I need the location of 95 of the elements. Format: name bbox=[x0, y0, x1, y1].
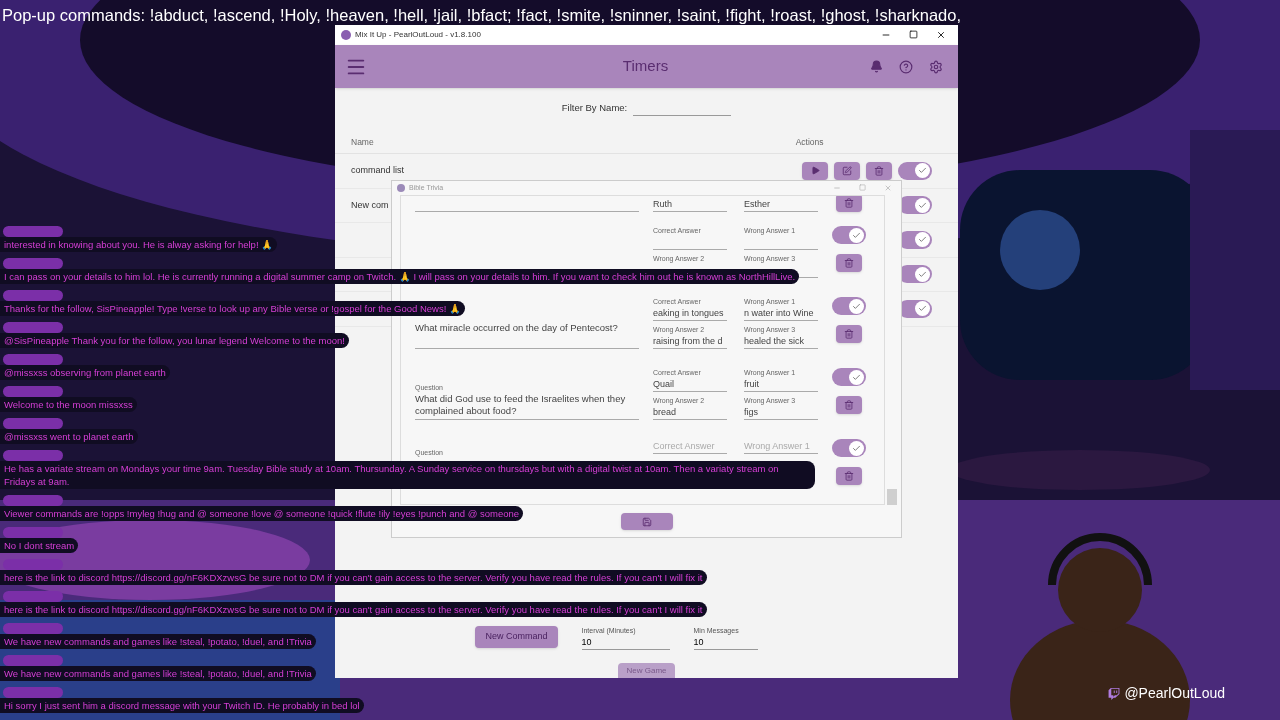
username-pill bbox=[3, 322, 63, 333]
play-icon bbox=[810, 166, 820, 176]
toggle-switch[interactable] bbox=[898, 161, 932, 180]
check-icon bbox=[918, 304, 927, 314]
chat-toast: @SisPineapple Thank you for the follow, you lunar legend Welcome to the moon! bbox=[0, 333, 349, 348]
username-pill bbox=[3, 591, 63, 602]
new-command-button[interactable]: New Command bbox=[475, 626, 558, 648]
timer-name: New com bbox=[351, 198, 389, 212]
chat-toast: We have new commands and games like !steal, !potato, !duel, and !Trivia bbox=[0, 634, 316, 649]
edit-button[interactable] bbox=[834, 161, 860, 180]
question-field[interactable]: What miracle occurred on the day of Pentecost? bbox=[415, 322, 639, 346]
page-title: Timers bbox=[621, 56, 670, 77]
overlay-title: Pop-up commands: !abduct, !ascend, !Holy, !heaven, !hell, !jail, !bfact; !fact, !smite, !sninner, !saint, !fight, !roast, !ghost, !sharknado, bbox=[2, 5, 961, 26]
delete-button[interactable] bbox=[836, 254, 862, 272]
twitch-icon bbox=[1108, 687, 1121, 700]
timer-name: command list bbox=[351, 164, 404, 177]
trash-icon bbox=[844, 198, 854, 208]
check-icon bbox=[918, 166, 927, 176]
check-icon bbox=[918, 269, 927, 279]
username-pill bbox=[3, 450, 63, 461]
answer-field[interactable]: healed the sick bbox=[744, 334, 818, 349]
chat-toast: Viewer commands are !opps !myleg !hug and @ someone !love @ someone !quick !flute !ily !eyes !punch and @ someone bbox=[0, 506, 524, 521]
check-icon bbox=[852, 301, 861, 311]
min-messages-field[interactable]: 10 bbox=[693, 636, 758, 650]
chat-toast: We have new commands and games like !steal, !potato, !duel, and !Trivia bbox=[0, 666, 316, 681]
username-pill bbox=[3, 687, 63, 698]
username-pill bbox=[3, 495, 63, 506]
username-pill bbox=[3, 527, 63, 538]
trash-icon bbox=[844, 471, 854, 481]
window-title: Mix It Up - PearlOutLoud - v1.8.100 bbox=[355, 29, 481, 41]
trash-icon bbox=[874, 165, 884, 176]
username-pill bbox=[3, 655, 63, 666]
edit-icon bbox=[842, 165, 852, 176]
chat-toast: Thanks for the follow, SisPineapple! Type !verse to look up any Bible verse or !gospel for the Good News! 🙏 bbox=[0, 301, 465, 316]
column-header: Actions bbox=[795, 136, 824, 149]
help-icon bbox=[899, 59, 913, 74]
check-icon bbox=[852, 230, 861, 240]
app-logo-icon bbox=[341, 30, 351, 40]
answer-field[interactable]: n water into Wine bbox=[744, 306, 818, 321]
toggle-switch[interactable] bbox=[832, 368, 866, 386]
filter-label: Filter By Name: bbox=[561, 100, 628, 115]
maximize-icon[interactable] bbox=[909, 30, 918, 39]
toggle-switch[interactable] bbox=[832, 226, 866, 244]
delete-button[interactable] bbox=[836, 325, 862, 343]
chat-toast: interested in knowing about you. He is alway asking for help! 🙏 bbox=[0, 237, 278, 252]
save-icon bbox=[641, 516, 652, 527]
bell-icon bbox=[869, 60, 883, 73]
chat-toast: I can pass on your details to him lol. He is currently running a digital summer camp on Twitch. 🙏 I will pass on your details to him. If you want to check him out he is known as NorthHillLive. bbox=[0, 269, 800, 284]
chat-toast: He has a variate stream on Mondays your time 9am. Tuesday Bible study at 10am. Thursunday. A Sunday service on thursdays but with a digital twist at 10am. Then a variaty stream on Fridays at 9am. bbox=[0, 461, 815, 489]
answer-field[interactable]: figs bbox=[744, 405, 818, 420]
chat-toast: No I dont stream bbox=[0, 538, 79, 553]
username-pill bbox=[3, 623, 63, 634]
delete-button[interactable] bbox=[836, 396, 862, 414]
answer-field[interactable]: eaking in tongues bbox=[653, 306, 727, 321]
streamer-handle: @PearlOutLoud bbox=[1124, 684, 1225, 703]
answer-field[interactable]: Ruth bbox=[653, 197, 727, 212]
chat-toast: Welcome to the moon missxss bbox=[0, 397, 137, 412]
question-field[interactable]: What did God use to feed the Israelites when they complained about food? bbox=[415, 393, 639, 417]
delete-button[interactable] bbox=[836, 196, 862, 212]
username-pill bbox=[3, 354, 63, 365]
trash-icon bbox=[844, 400, 854, 410]
save-button[interactable] bbox=[620, 513, 673, 530]
answer-field[interactable]: Esther bbox=[744, 197, 818, 212]
check-icon bbox=[852, 372, 861, 382]
toggle-switch[interactable] bbox=[832, 439, 866, 457]
chat-toast: here is the link to discord https://discord.gg/nF6KDXzwsG be sure not to DM if you can't gain access to the server. Verify you have read the rules. If you can't I will fix it bbox=[0, 602, 707, 617]
trash-icon bbox=[844, 329, 854, 339]
chat-toast: @missxss went to planet earth bbox=[0, 429, 138, 444]
username-pill bbox=[3, 559, 63, 570]
answer-field[interactable]: fruit bbox=[744, 377, 818, 392]
interval-field[interactable]: 10 bbox=[581, 636, 670, 650]
username-pill bbox=[3, 226, 63, 237]
username-pill bbox=[3, 258, 63, 269]
check-icon bbox=[918, 200, 927, 210]
username-pill bbox=[3, 386, 63, 397]
run-button[interactable] bbox=[802, 161, 828, 180]
answer-field[interactable]: bread bbox=[653, 405, 727, 420]
toggle-switch[interactable] bbox=[832, 297, 866, 315]
username-pill bbox=[3, 290, 63, 301]
close-icon[interactable] bbox=[936, 30, 946, 40]
chat-toast: @missxss observing from planet earth bbox=[0, 365, 170, 380]
chat-toast: Hi sorry I just sent him a discord message with your Twitch ID. He probably in bed lol bbox=[0, 698, 364, 713]
delete-button[interactable] bbox=[866, 161, 892, 180]
check-icon bbox=[852, 443, 861, 453]
chat-toast: here is the link to discord https://discord.gg/nF6KDXzwsG be sure not to DM if you can't gain access to the server. Verify you have read the rules. If you can't I will fix it bbox=[0, 570, 707, 585]
answer-field[interactable]: Quail bbox=[653, 377, 727, 392]
delete-button[interactable] bbox=[836, 467, 862, 485]
scrollbar-thumb[interactable] bbox=[887, 489, 897, 505]
trash-icon bbox=[844, 258, 854, 268]
username-pill bbox=[3, 418, 63, 429]
column-header: Name bbox=[351, 136, 374, 149]
settings-icon bbox=[929, 59, 943, 74]
check-icon bbox=[918, 235, 927, 245]
answer-field[interactable]: raising from the d bbox=[653, 334, 727, 349]
app-logo-icon bbox=[397, 184, 405, 192]
